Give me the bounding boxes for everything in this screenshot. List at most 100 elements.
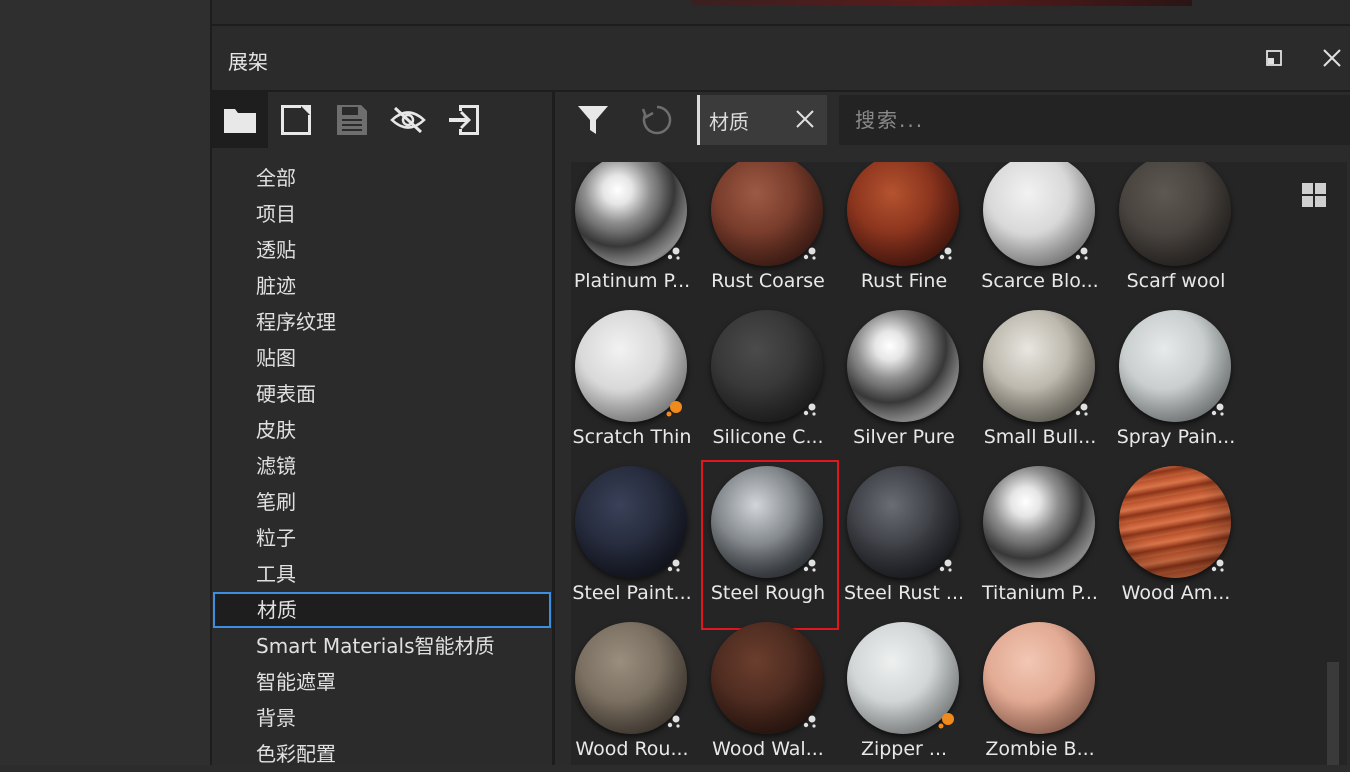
new-document-icon[interactable] — [268, 92, 324, 148]
maximize-icon[interactable] — [1260, 44, 1288, 72]
asset-grid: Platinum P... Rust Coarse Rust Fine Scarce … — [571, 162, 1347, 765]
grid-view-icon[interactable] — [1299, 180, 1329, 210]
asset-tile-rust-coarse[interactable]: Rust Coarse — [701, 162, 835, 304]
asset-tile-platinum-p[interactable]: Platinum P... — [571, 162, 699, 304]
substance-badge-icon — [1211, 559, 1224, 572]
asset-tile-scarce-blo[interactable]: Scarce Blo... — [973, 162, 1107, 304]
asset-label: Zombie B... — [985, 738, 1095, 760]
category-item-tools[interactable]: 工具 — [212, 556, 552, 592]
thumbnail-shading — [983, 466, 1095, 578]
category-item-skin[interactable]: 皮肤 — [212, 412, 552, 448]
asset-tile-silicone-c[interactable]: Silicone C... — [701, 308, 835, 460]
substance-badge-icon — [939, 559, 952, 572]
category-item-environments[interactable]: 背景 — [212, 700, 552, 736]
asset-tile-scratch-thin[interactable]: Scratch Thin — [571, 308, 699, 460]
asset-label: Silicone C... — [712, 426, 824, 448]
asset-tile-steel-paint[interactable]: Steel Paint... — [571, 464, 699, 616]
category-item-brushes[interactable]: 笔刷 — [212, 484, 552, 520]
material-preview-thumbnail — [847, 310, 959, 422]
filter-bar: 材质 — [555, 92, 1350, 154]
folder-icon[interactable] — [212, 92, 268, 148]
substance-badge-icon — [1075, 403, 1088, 416]
panel-title: 展架 — [228, 50, 268, 74]
asset-label: Zipper ... — [860, 738, 948, 760]
thumbnail-shading — [847, 310, 959, 422]
category-item-smart-masks[interactable]: 智能遮罩 — [212, 664, 552, 700]
highlight-box — [701, 460, 839, 630]
asset-label: Rust Fine — [860, 270, 948, 292]
substance-badge-icon — [667, 559, 680, 572]
asset-tile-wood-wal[interactable]: Wood Wal... — [701, 620, 835, 765]
thumbnail-shading — [983, 622, 1095, 734]
substance-badge-icon — [1075, 247, 1088, 260]
asset-scrollbar[interactable] — [1327, 662, 1339, 765]
search-input[interactable] — [839, 95, 1350, 145]
procedural-badge-icon — [666, 401, 682, 417]
substance-badge-icon — [1211, 403, 1224, 416]
asset-label: Platinum P... — [573, 270, 691, 292]
category-item-smart-materials[interactable]: Smart Materials智能材质 — [212, 628, 552, 664]
asset-tile-small-bull[interactable]: Small Bull... — [973, 308, 1107, 460]
asset-tile-rust-fine[interactable]: Rust Fine — [837, 162, 971, 304]
category-list: 全部 项目 透贴 脏迹 程序纹理 贴图 硬表面 皮肤 滤镜 笔刷 粒子 工具 材… — [212, 160, 552, 772]
category-item-grunges[interactable]: 脏迹 — [212, 268, 552, 304]
remove-filter-icon[interactable] — [793, 107, 817, 131]
category-item-particles[interactable]: 粒子 — [212, 520, 552, 556]
asset-tile-steel-rust[interactable]: Steel Rust ... — [837, 464, 971, 616]
substance-badge-icon — [939, 247, 952, 260]
viewport-divider — [212, 6, 1350, 24]
asset-tile-wood-rou[interactable]: Wood Rou... — [571, 620, 699, 765]
procedural-badge-icon — [938, 713, 954, 729]
category-item-alphas[interactable]: 透贴 — [212, 232, 552, 268]
import-icon[interactable] — [436, 92, 492, 148]
material-preview-thumbnail — [983, 622, 1095, 734]
asset-label: Titanium P... — [982, 582, 1098, 604]
substance-badge-icon — [667, 715, 680, 728]
category-item-procedurals[interactable]: 程序纹理 — [212, 304, 552, 340]
material-preview-thumbnail — [983, 466, 1095, 578]
filter-chip[interactable]: 材质 — [697, 95, 827, 145]
left-gutter — [0, 0, 212, 765]
close-icon[interactable] — [1318, 44, 1346, 72]
asset-label: Scarf wool — [1126, 270, 1226, 292]
category-item-filters[interactable]: 滤镜 — [212, 448, 552, 484]
filter-icon[interactable] — [575, 102, 611, 138]
asset-tile-silver-pure[interactable]: Silver Pure — [837, 308, 971, 460]
reset-icon[interactable] — [639, 102, 675, 138]
filter-chip-label: 材质 — [709, 109, 749, 134]
asset-tile-zombie-b[interactable]: Zombie B... — [973, 620, 1107, 765]
asset-tile-wood-am[interactable]: Wood Am... — [1109, 464, 1243, 616]
substance-badge-icon — [803, 715, 816, 728]
viewport-strip — [212, 0, 1350, 26]
category-item-materials[interactable]: 材质 — [213, 592, 551, 628]
asset-tile-zipper[interactable]: Zipper ... — [837, 620, 971, 765]
material-preview-thumbnail — [1119, 162, 1231, 266]
category-tree: 全部 项目 透贴 脏迹 程序纹理 贴图 硬表面 皮肤 滤镜 笔刷 粒子 工具 材… — [212, 92, 555, 766]
tree-toolbar — [212, 92, 552, 148]
asset-label: Small Bull... — [983, 426, 1097, 448]
category-item-textures[interactable]: 贴图 — [212, 340, 552, 376]
asset-label: Wood Am... — [1121, 582, 1231, 604]
category-item-project[interactable]: 项目 — [212, 196, 552, 232]
panel-titlebar: 展架 — [212, 26, 1350, 92]
asset-tile-titanium-p[interactable]: Titanium P... — [973, 464, 1107, 616]
category-item-hard-surfaces[interactable]: 硬表面 — [212, 376, 552, 412]
asset-tile-spray-pain[interactable]: Spray Pain... — [1109, 308, 1243, 460]
asset-label: Steel Paint... — [572, 582, 692, 604]
asset-label: Steel Rust ... — [843, 582, 965, 604]
asset-label: Rust Coarse — [711, 270, 825, 292]
asset-tile-scarf-wool[interactable]: Scarf wool — [1109, 162, 1243, 304]
asset-label: Wood Wal... — [712, 738, 824, 760]
asset-label: Wood Rou... — [575, 738, 689, 760]
asset-label: Spray Pain... — [1116, 426, 1236, 448]
substance-badge-icon — [667, 247, 680, 260]
substance-badge-icon — [803, 247, 816, 260]
category-item-color-profiles[interactable]: 色彩配置 — [212, 736, 552, 772]
asset-label: Scarce Blo... — [981, 270, 1099, 292]
category-item-all[interactable]: 全部 — [212, 160, 552, 196]
substance-badge-icon — [803, 403, 816, 416]
save-icon[interactable] — [324, 92, 380, 148]
asset-label: Silver Pure — [853, 426, 955, 448]
asset-pane: 材质 Platinum P... Rust Coarse Rust Fine Scar… — [555, 92, 1350, 765]
hide-icon[interactable] — [380, 92, 436, 148]
